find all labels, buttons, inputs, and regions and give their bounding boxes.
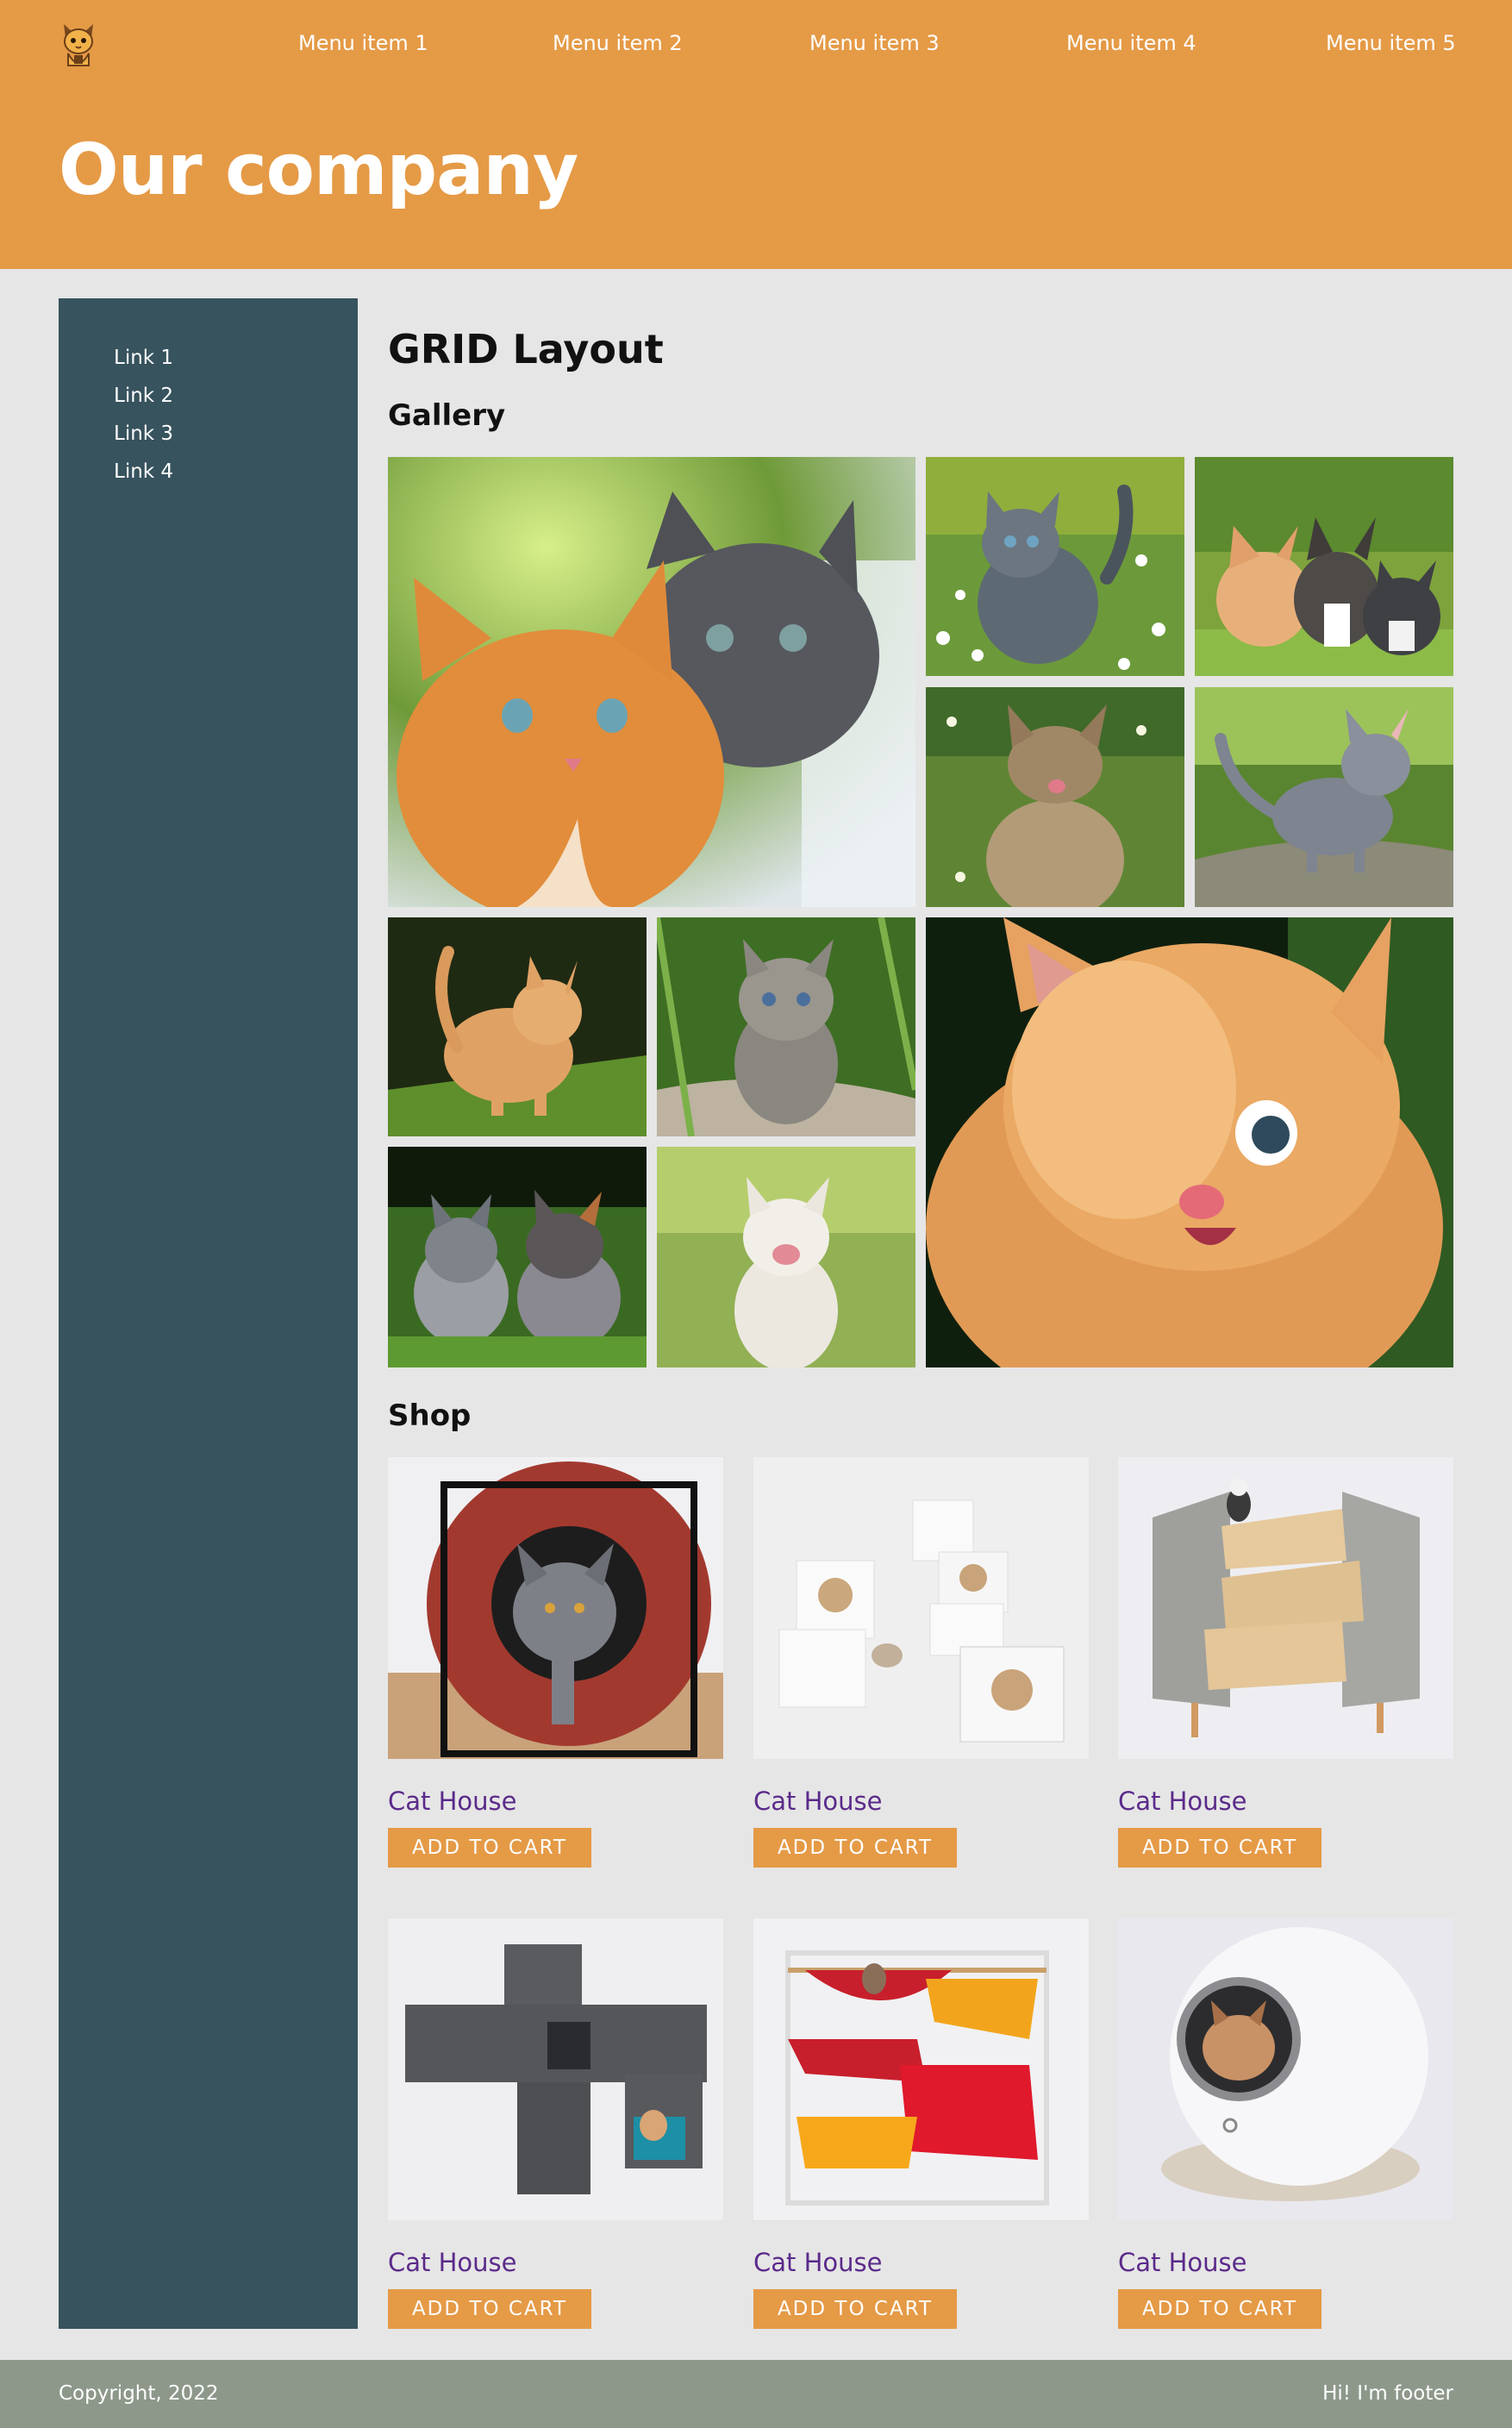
sidebar-link-4[interactable]: Link 4 [114, 460, 173, 483]
product-card: Cat House ADD TO CART [1118, 1457, 1453, 1868]
gallery-image-orange-kitten-paw[interactable] [926, 917, 1453, 1367]
gallery-image-two-kittens[interactable] [388, 457, 915, 907]
product-image-pod-house[interactable] [1118, 1918, 1453, 2220]
gallery-image-kitten-licking[interactable] [926, 687, 1184, 907]
top-nav: Menu item 1 Menu item 2 Menu item 3 Menu… [0, 31, 1512, 62]
product-name[interactable]: Cat House [388, 2248, 517, 2277]
gallery-image-two-gray-kittens[interactable] [388, 1147, 647, 1367]
nav-item-5[interactable]: Menu item 5 [1326, 31, 1456, 55]
add-to-cart-button[interactable]: ADD TO CART [388, 1828, 591, 1868]
nav-item-1[interactable]: Menu item 1 [298, 31, 428, 55]
product-name[interactable]: Cat House [753, 1787, 883, 1816]
add-to-cart-button[interactable]: ADD TO CART [1118, 1828, 1321, 1868]
product-image-cube-houses[interactable] [753, 1457, 1089, 1759]
sidebar: Link 1 Link 2 Link 3 Link 4 [59, 298, 358, 2329]
product-card: Cat House ADD TO CART [753, 1457, 1089, 1868]
page-title: GRID Layout [388, 326, 664, 372]
gallery-title: Gallery [388, 398, 506, 433]
gallery-image-three-kittens[interactable] [1195, 457, 1453, 676]
gallery-image-kitten-flowers[interactable] [926, 457, 1184, 676]
sidebar-link-2[interactable]: Link 2 [114, 385, 173, 407]
sidebar-link-3[interactable]: Link 3 [114, 422, 173, 445]
product-card: Cat House ADD TO CART [388, 1918, 723, 2329]
product-name[interactable]: Cat House [753, 2248, 883, 2277]
nav-item-4[interactable]: Menu item 4 [1066, 31, 1196, 55]
gallery-image-kitten-walking[interactable] [657, 917, 915, 1136]
product-card: Cat House ADD TO CART [753, 1918, 1089, 2329]
gallery-image-white-kitten[interactable] [657, 1147, 915, 1367]
add-to-cart-button[interactable]: ADD TO CART [753, 1828, 957, 1868]
company-title: Our company [59, 129, 578, 211]
gallery-grid [388, 457, 1453, 1367]
shop-title: Shop [388, 1399, 472, 1433]
product-card: Cat House ADD TO CART [388, 1457, 723, 1868]
add-to-cart-button[interactable]: ADD TO CART [1118, 2289, 1321, 2329]
add-to-cart-button[interactable]: ADD TO CART [753, 2289, 957, 2329]
gallery-image-kitten-running[interactable] [388, 917, 647, 1136]
site-header: Menu item 1 Menu item 2 Menu item 3 Menu… [0, 0, 1512, 269]
footer-message: Hi! I'm footer [1322, 2382, 1453, 2405]
product-name[interactable]: Cat House [1118, 2248, 1247, 2277]
product-name[interactable]: Cat House [388, 1787, 517, 1816]
nav-item-2[interactable]: Menu item 2 [553, 31, 683, 55]
sidebar-link-1[interactable]: Link 1 [114, 347, 173, 369]
site-footer: Copyright, 2022 Hi! I'm footer [0, 2360, 1512, 2428]
nav-item-3[interactable]: Menu item 3 [809, 31, 940, 55]
product-card: Cat House ADD TO CART [1118, 1918, 1453, 2329]
product-image-drawer-house[interactable] [1118, 1457, 1453, 1759]
gallery-image-kitten-on-log[interactable] [1195, 687, 1453, 907]
product-image-cross-house[interactable] [388, 1918, 723, 2220]
product-image-sphere-house[interactable] [388, 1457, 723, 1759]
product-image-hammock-cube[interactable] [753, 1918, 1089, 2220]
copyright-text: Copyright, 2022 [59, 2382, 219, 2405]
product-name[interactable]: Cat House [1118, 1787, 1247, 1816]
add-to-cart-button[interactable]: ADD TO CART [388, 2289, 591, 2329]
